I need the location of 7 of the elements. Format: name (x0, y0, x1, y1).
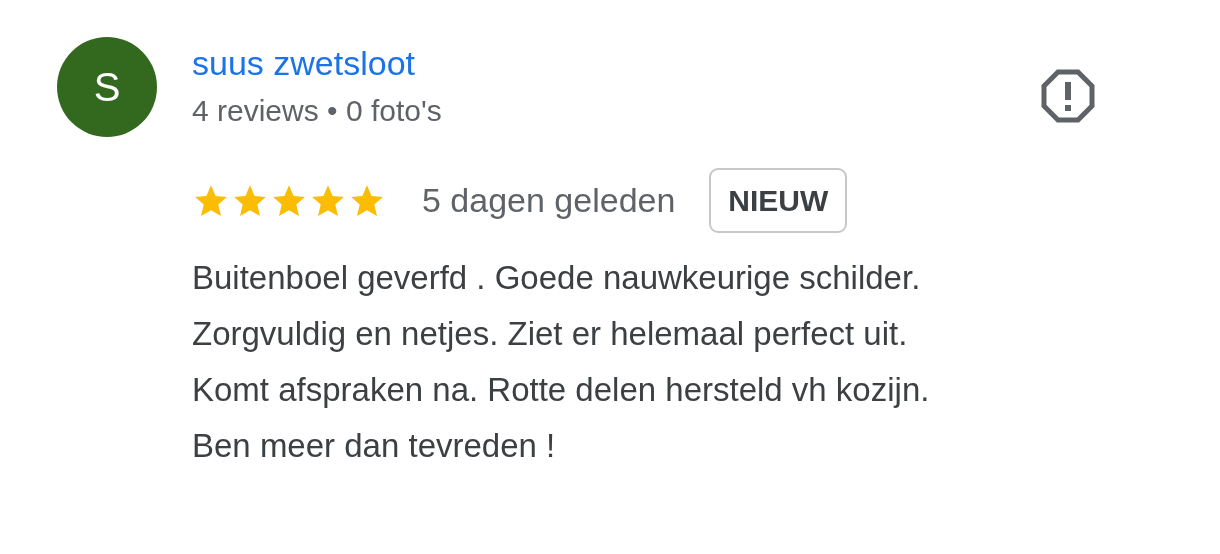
report-icon[interactable] (1041, 69, 1095, 123)
avatar[interactable]: S (57, 37, 157, 137)
new-badge: NIEUW (709, 168, 848, 233)
review-meta: 4 reviews • 0 foto's (192, 93, 442, 129)
author-name[interactable]: suus zwetsloot (192, 43, 442, 83)
review-text: Buitenboel geverfd . Goede nauwkeurige schilder. Zorgvuldig en netjes. Ziet er helemaal perfect uit. Komt afspraken na. Rotte delen hersteld vh kozijn. Ben meer dan tevreden ! (192, 258, 931, 466)
review-date: 5 dagen geleden (422, 181, 676, 220)
